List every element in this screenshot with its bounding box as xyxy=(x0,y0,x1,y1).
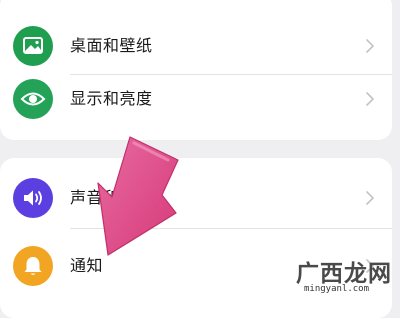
speaker-icon xyxy=(13,178,53,218)
chevron-right-icon xyxy=(366,191,374,205)
watermark-logo-text: 广西龙网 xyxy=(296,261,392,287)
divider xyxy=(70,74,392,75)
divider xyxy=(70,228,392,229)
sound-label: 声音和振动 xyxy=(70,188,153,207)
notifications-label: 通知 xyxy=(70,256,104,275)
eye-icon xyxy=(13,79,53,119)
wallpaper-label: 桌面和壁纸 xyxy=(70,36,153,55)
watermark-url: mingyanl.com xyxy=(304,284,370,294)
chevron-right-icon xyxy=(366,39,374,53)
bell-icon xyxy=(13,246,53,286)
chevron-right-icon xyxy=(366,92,374,106)
display-label: 显示和亮度 xyxy=(70,89,153,108)
settings-item-wallpaper[interactable]: 桌面和壁纸 xyxy=(0,14,392,74)
picture-icon xyxy=(13,26,53,66)
settings-item-display[interactable]: 显示和亮度 xyxy=(0,76,392,136)
settings-group-sound: 声音和振动 通知 xyxy=(0,158,392,318)
settings-item-sound[interactable]: 声音和振动 xyxy=(0,168,392,228)
settings-group-display: 桌面和壁纸 显示和亮度 xyxy=(0,0,392,140)
